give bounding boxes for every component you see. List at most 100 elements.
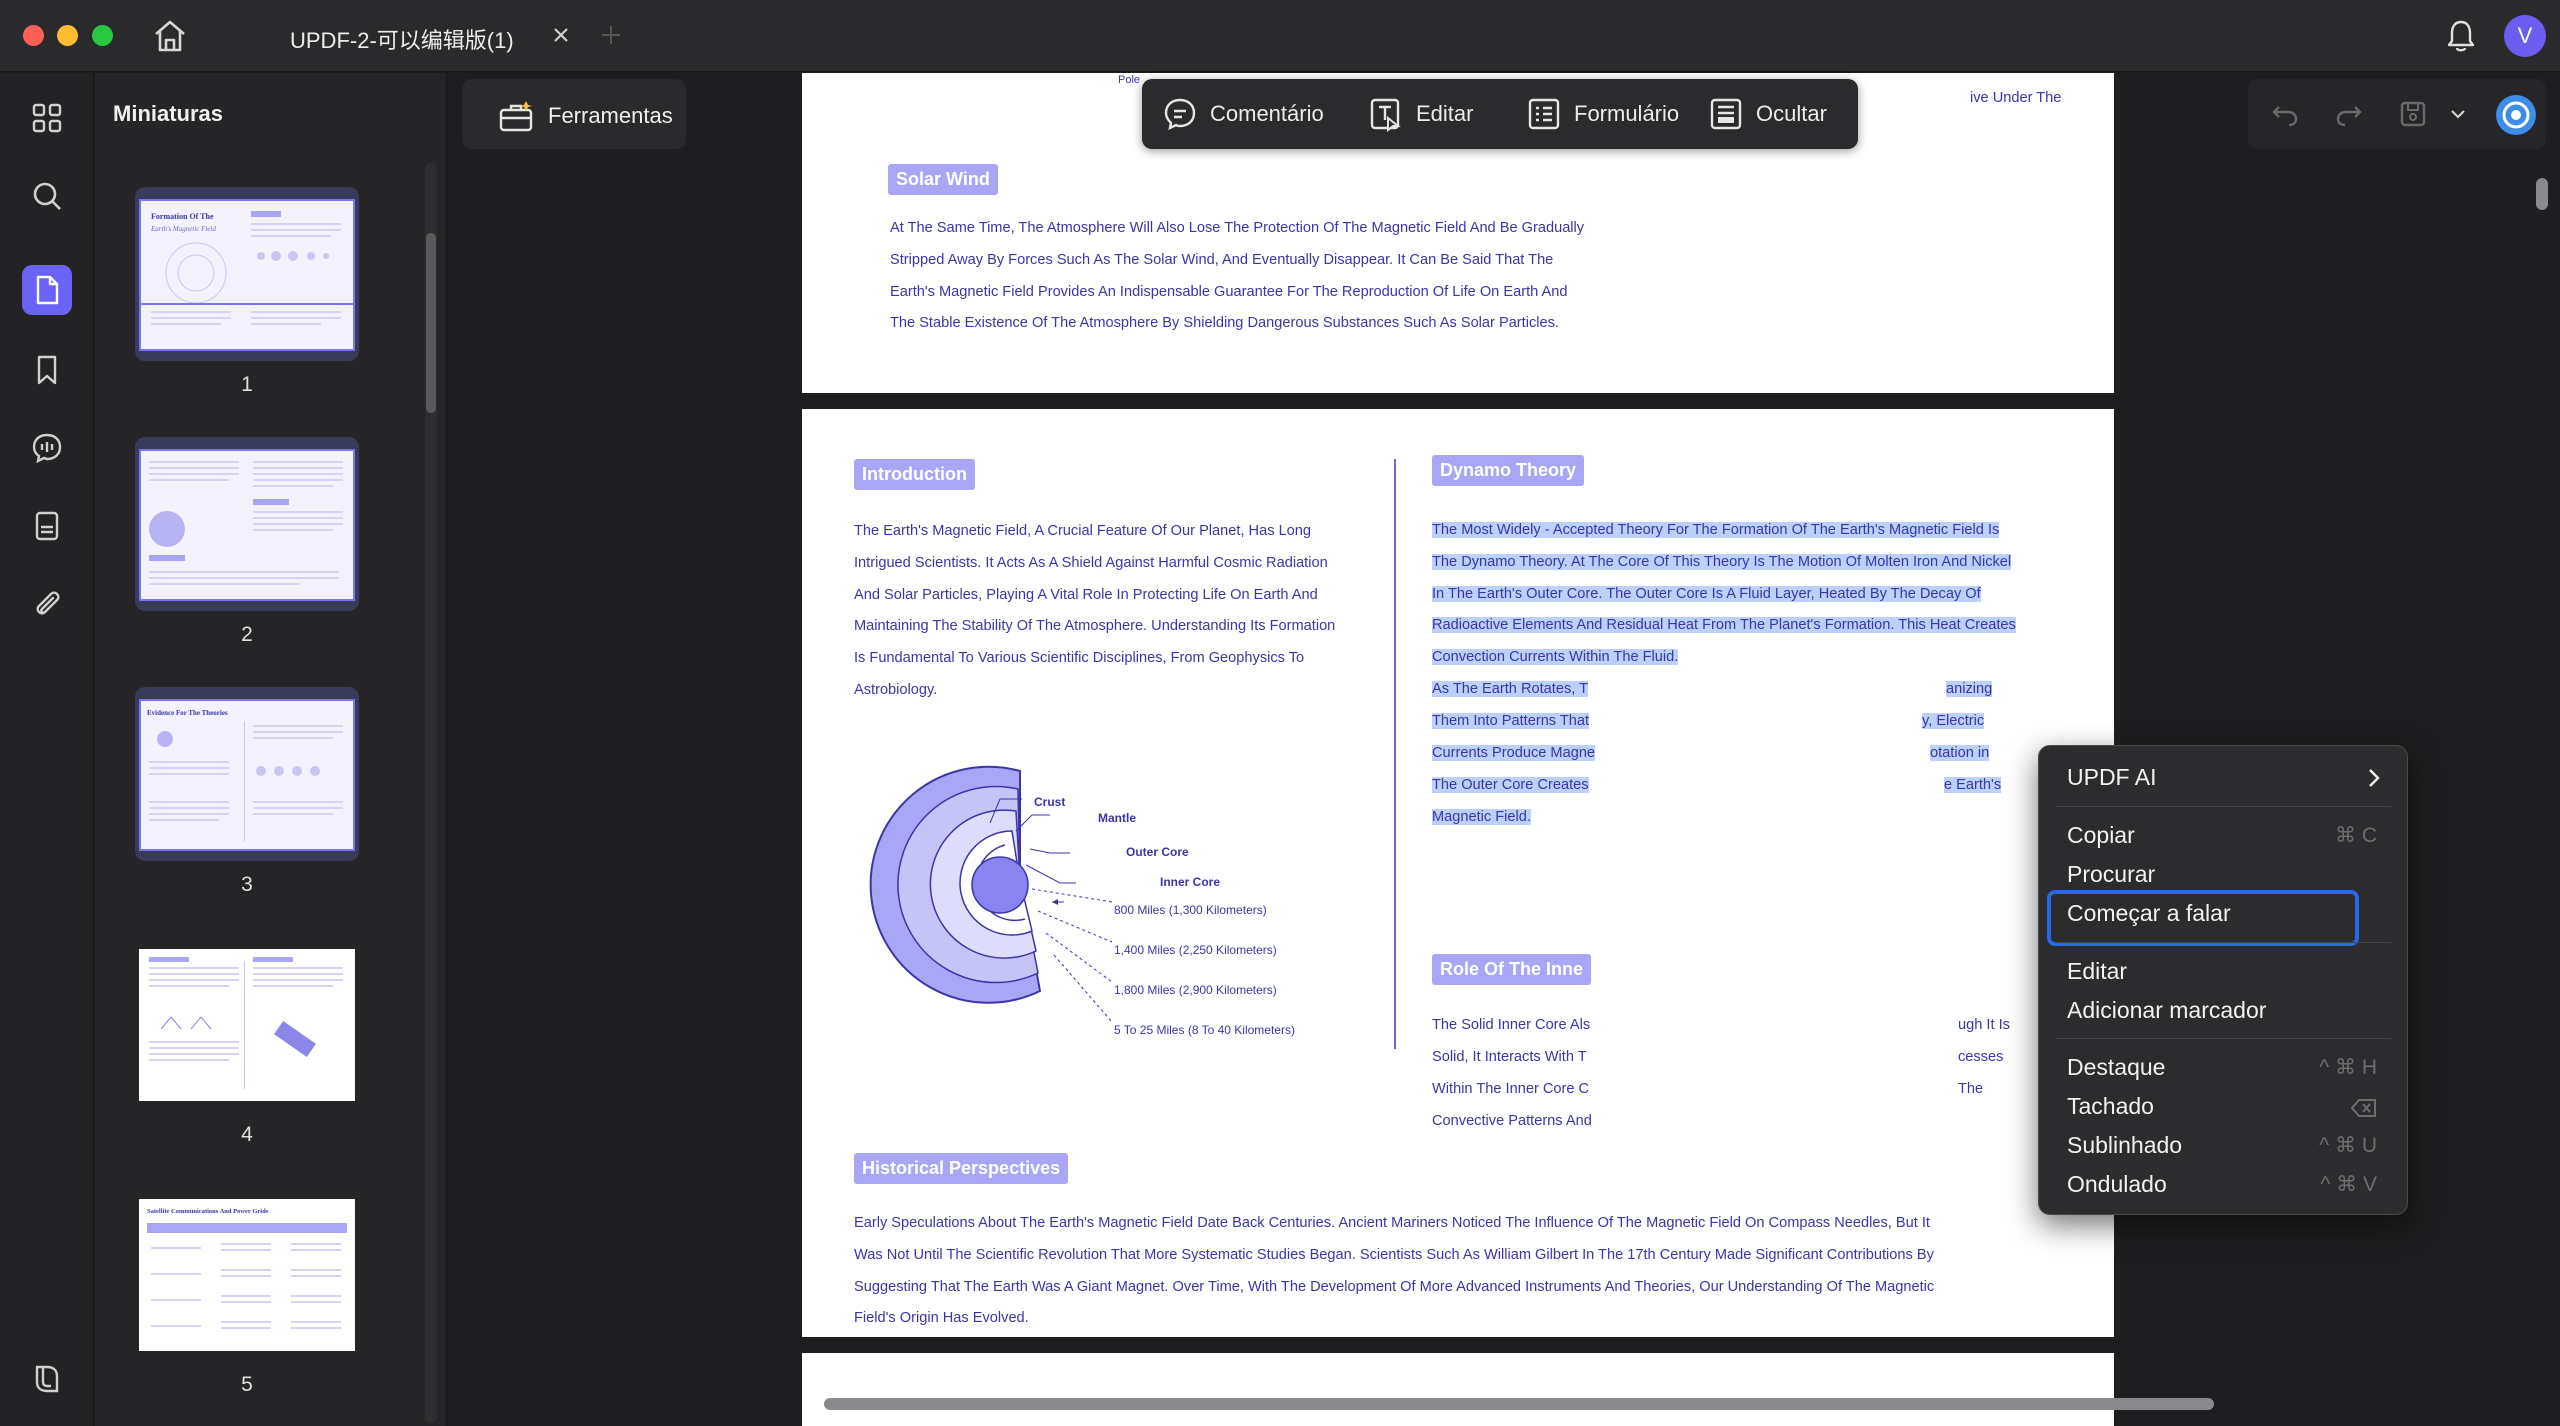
organize-pages-icon[interactable]	[22, 501, 72, 551]
menu-item-underline[interactable]: Sublinhado	[2067, 1132, 2182, 1159]
search-icon[interactable]	[22, 171, 72, 221]
menu-separator	[2055, 942, 2391, 943]
selected-text-line[interactable]: The Most Widely - Accepted Theory For Th…	[1432, 515, 2000, 547]
updf-ai-icon[interactable]	[2494, 93, 2538, 142]
paragraph-line[interactable]: Was Not Until The Scientific Revolution …	[854, 1240, 1934, 1272]
page-thumbnail-3[interactable]: Evidence For The Theories 3	[135, 687, 359, 897]
diagram-depth-label: 1,400 Miles (2,250 Kilometers)	[1114, 943, 1277, 957]
paragraph-line[interactable]: The Solid Inner Core Als	[1432, 1010, 1590, 1042]
paragraph-line[interactable]: And Solar Particles, Playing A Vital Rol…	[854, 580, 1318, 612]
close-window-button[interactable]	[23, 25, 44, 46]
bookmark-icon[interactable]	[22, 345, 72, 395]
mode-edit-button[interactable]: Editar	[1368, 95, 1473, 133]
redo-icon[interactable]	[2334, 99, 2364, 134]
paragraph-line[interactable]: The	[1958, 1074, 1983, 1106]
selected-text-line[interactable]: The Dynamo Theory. At The Core Of This T…	[1432, 547, 2012, 579]
paragraph-line[interactable]: Solid, It Interacts With T	[1432, 1042, 1587, 1074]
menu-item-edit[interactable]: Editar	[2067, 958, 2127, 985]
paragraph-line[interactable]: Astrobiology.	[854, 675, 937, 707]
page-thumbnail-1[interactable]: Formation Of The Earth's Magnetic Field …	[135, 187, 359, 397]
chevron-down-icon[interactable]	[2450, 107, 2466, 125]
menu-item-updf-ai[interactable]: UPDF AI	[2067, 764, 2156, 791]
menu-item-start-speaking[interactable]: Começar a falar	[2067, 900, 2231, 927]
selected-text-line[interactable]: Radioactive Elements And Residual Heat F…	[1432, 610, 2016, 642]
horizontal-scrollbar[interactable]	[824, 1395, 2214, 1411]
comment-list-icon[interactable]	[22, 423, 72, 473]
page-number: 2	[241, 623, 253, 646]
close-tab-icon[interactable]	[548, 22, 574, 48]
save-icon[interactable]	[2398, 99, 2428, 134]
diagram-label-crust: Crust	[1034, 795, 1066, 809]
attachment-icon[interactable]	[22, 579, 72, 629]
toolbox-icon	[498, 99, 534, 138]
thumbnails-page-icon[interactable]	[22, 265, 72, 315]
paragraph-line[interactable]: Earth's Magnetic Field Provides An Indis…	[890, 277, 1567, 309]
page-thumbnail-5[interactable]: Satellite Communications And Power Grids…	[135, 1187, 359, 1397]
apps-grid-icon[interactable]	[22, 93, 72, 143]
paragraph-line[interactable]: cesses	[1958, 1042, 2003, 1074]
paragraph-line[interactable]: The Earth's Magnetic Field, A Crucial Fe…	[854, 516, 1311, 548]
paragraph-line[interactable]: Maintaining The Stability Of The Atmosph…	[854, 611, 1335, 643]
diagram-depth-label: 5 To 25 Miles (8 To 40 Kilometers)	[1114, 1023, 1295, 1037]
diagram-label-outer-core: Outer Core	[1126, 845, 1189, 859]
avatar[interactable]: V	[2504, 15, 2546, 57]
menu-item-squiggly[interactable]: Ondulado	[2067, 1171, 2167, 1198]
minimize-window-button[interactable]	[57, 25, 78, 46]
vertical-scrollbar[interactable]	[2532, 158, 2552, 1388]
updf-logo-icon[interactable]	[22, 1353, 72, 1403]
bell-icon[interactable]	[2444, 18, 2478, 54]
selected-text-line[interactable]: Convection Currents Within The Fluid.	[1432, 642, 1679, 674]
paragraph-line[interactable]: The Stable Existence Of The Atmosphere B…	[890, 308, 1559, 340]
menu-item-search[interactable]: Procurar	[2067, 861, 2155, 888]
selected-text-line[interactable]: In The Earth's Outer Core. The Outer Cor…	[1432, 579, 1981, 611]
page-number: 3	[241, 873, 253, 896]
paragraph-line[interactable]: Early Speculations About The Earth's Mag…	[854, 1208, 1930, 1240]
mode-form-button[interactable]: Formulário	[1526, 95, 1679, 133]
selected-text-line[interactable]: The Outer Core Creates	[1432, 770, 1589, 802]
redact-icon	[1710, 98, 1742, 130]
home-icon[interactable]	[150, 16, 190, 56]
diagram-depth-label: 800 Miles (1,300 Kilometers)	[1114, 903, 1267, 917]
selected-text-line[interactable]: As The Earth Rotates, T	[1432, 674, 1589, 706]
page-thumbnail-2[interactable]: 2	[135, 437, 359, 647]
paragraph-line[interactable]: Convective Patterns And	[1432, 1106, 1592, 1138]
paragraph-line[interactable]: Is Fundamental To Various Scientific Dis…	[854, 643, 1304, 675]
selected-text-line[interactable]: Currents Produce Magne	[1432, 738, 1596, 770]
page-thumbnail-4[interactable]: 4	[135, 937, 359, 1147]
left-tool-rail	[0, 73, 94, 1426]
paragraph-line[interactable]: ugh It Is	[1958, 1010, 2010, 1042]
selected-text-line[interactable]: otation in	[1930, 738, 1990, 770]
zoom-window-button[interactable]	[92, 25, 113, 46]
paragraph-line[interactable]: Intrigued Scientists. It Acts As A Shiel…	[854, 548, 1328, 580]
undo-icon[interactable]	[2270, 99, 2300, 134]
menu-item-copy[interactable]: Copiar	[2067, 822, 2135, 849]
menu-item-strikethrough[interactable]: Tachado	[2067, 1093, 2154, 1120]
selected-text-line[interactable]: Magnetic Field.	[1432, 802, 1531, 834]
tools-button[interactable]: Ferramentas	[462, 79, 686, 149]
menu-separator	[2055, 806, 2391, 807]
thumbnails-scrollbar[interactable]	[425, 163, 437, 1423]
mode-comment-button[interactable]: Comentário	[1162, 95, 1324, 133]
document-tab[interactable]: UPDF-2-可以编辑版(1)	[268, 14, 582, 58]
menu-item-highlight[interactable]: Destaque	[2067, 1054, 2165, 1081]
page-number: 1	[241, 373, 253, 396]
delete-key-icon	[2350, 1098, 2377, 1123]
selected-text-line[interactable]: Them Into Patterns That	[1432, 706, 1590, 738]
paragraph-line[interactable]: Field's Origin Has Evolved.	[854, 1303, 1029, 1335]
selected-text-line[interactable]: y, Electric	[1922, 706, 1985, 738]
diagram-depth-label: 1,800 Miles (2,900 Kilometers)	[1114, 983, 1277, 997]
paragraph-line[interactable]: At The Same Time, The Atmosphere Will Al…	[890, 213, 1584, 245]
tools-label: Ferramentas	[548, 103, 673, 128]
page-text-fragment: ive Under The	[1970, 90, 2062, 106]
menu-item-add-bookmark[interactable]: Adicionar marcador	[2067, 997, 2266, 1024]
page-number: 5	[241, 1373, 253, 1396]
selected-text-line[interactable]: anizing	[1946, 674, 1993, 706]
paragraph-line[interactable]: Within The Inner Core C	[1432, 1074, 1589, 1106]
new-tab-icon[interactable]	[598, 22, 624, 48]
mode-redact-button[interactable]: Ocultar	[1708, 95, 1827, 133]
paragraph-line[interactable]: Stripped Away By Forces Such As The Sola…	[890, 245, 1553, 277]
selected-text-line[interactable]: e Earth's	[1944, 770, 2002, 802]
title-bar: UPDF-2-可以编辑版(1) V	[0, 0, 2560, 72]
paragraph-line[interactable]: Suggesting That The Earth Was A Giant Ma…	[854, 1272, 1934, 1304]
context-menu: UPDF AI Copiar ⌘ C Procurar Começar a fa…	[2038, 745, 2408, 1215]
